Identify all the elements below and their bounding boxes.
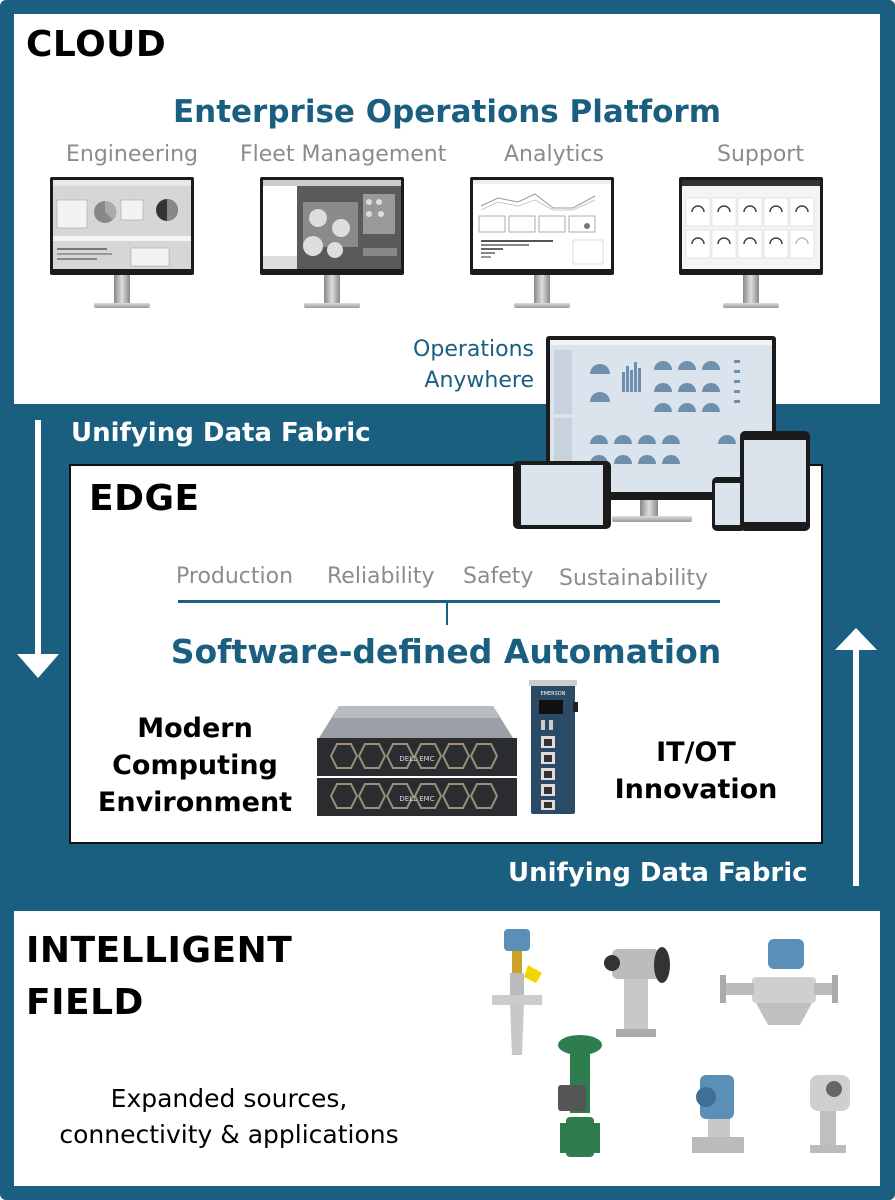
pillar-production: Production: [176, 564, 294, 589]
analytics-monitor: [470, 177, 614, 313]
server-brand-top: DELL EMC: [399, 755, 434, 763]
app-label-analytics: Analytics: [504, 142, 604, 167]
coriolis-flow-meter-icon: [720, 939, 838, 1025]
field-panel: INTELLIGENT FIELD Expanded sources, conn…: [14, 911, 880, 1186]
field-caption-line-2: connectivity & applications: [59, 1120, 399, 1149]
plant-map-screen: [263, 180, 401, 269]
support-monitor: [679, 177, 823, 313]
pillar-safety: Safety: [463, 564, 534, 589]
it-ot-innovation-label: IT/OT Innovation: [601, 734, 791, 808]
cloud-heading: CLOUD: [26, 24, 167, 65]
modern-computing-line-3: Environment: [97, 787, 293, 818]
operations-anywhere-line-1: Operations: [413, 337, 534, 362]
operations-anywhere-label: Operations Anywhere: [413, 334, 534, 396]
support-gauges-screen: [682, 180, 820, 269]
edge-heading: EDGE: [89, 478, 200, 519]
edge-controller-image: EMERSON: [529, 680, 578, 814]
pressure-transmitter-icon: [692, 1075, 744, 1153]
field-caption: Expanded sources, connectivity & applica…: [34, 1081, 424, 1153]
modern-computing-label: Modern Computing Environment: [91, 710, 299, 821]
radar-level-transmitter-icon: [492, 929, 542, 1055]
tablet-portrait: [740, 431, 810, 531]
fleet-management-monitor: [260, 177, 404, 313]
fabric-label-top: Unifying Data Fabric: [71, 418, 371, 448]
modern-computing-line-2: Computing: [112, 750, 278, 781]
app-label-support: Support: [717, 142, 804, 167]
field-heading-line-1: INTELLIGENT: [26, 930, 293, 971]
tablet-landscape: [513, 461, 611, 529]
server-brand-bottom: DELL EMC: [399, 795, 434, 803]
field-devices-image: [492, 929, 850, 1157]
fabric-label-bottom: Unifying Data Fabric: [508, 858, 808, 888]
pillar-sustainability: Sustainability: [559, 566, 708, 591]
edge-panel: EDGE Production Reliability Safety Susta…: [69, 464, 823, 844]
field-heading-line-2: FIELD: [26, 982, 144, 1023]
analytics-chart-screen: [473, 180, 611, 269]
it-ot-line-1: IT/OT: [656, 737, 736, 768]
modern-computing-line-1: Modern: [137, 713, 253, 744]
gas-analyzer-icon: [604, 947, 670, 1037]
automation-title: Software-defined Automation: [170, 632, 722, 671]
pillar-reliability: Reliability: [327, 564, 435, 589]
flame-detector-icon: [810, 1075, 850, 1153]
app-label-fleet-management: Fleet Management: [240, 142, 447, 167]
field-heading: INTELLIGENT FIELD: [26, 925, 292, 1029]
controller-brand: EMERSON: [541, 691, 566, 697]
operations-anywhere-line-2: Anywhere: [424, 368, 534, 393]
app-label-engineering: Engineering: [66, 142, 198, 167]
it-ot-line-2: Innovation: [614, 774, 778, 805]
control-valve-icon: [558, 1035, 602, 1157]
server-rack-image: DELL EMC DELL EMC: [317, 706, 517, 816]
engineering-dashboard-screen: [53, 180, 191, 269]
field-caption-line-1: Expanded sources,: [110, 1084, 348, 1113]
platform-title: Enterprise Operations Platform: [172, 94, 722, 130]
engineering-monitor: [50, 177, 194, 313]
